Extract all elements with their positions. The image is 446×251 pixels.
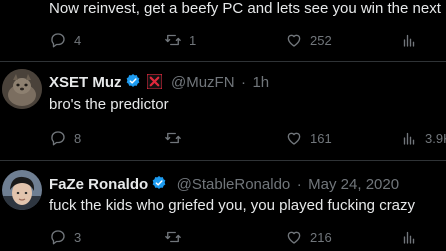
handle[interactable]: @MuzFN <box>171 74 235 91</box>
reply-icon <box>51 131 65 146</box>
retweet-icon <box>165 132 181 144</box>
avatar[interactable] <box>2 170 42 210</box>
views-icon <box>403 34 415 47</box>
tweet-text: Now reinvest, get a beefy PC and lets se… <box>49 0 446 17</box>
affiliate-badge-icon[interactable] <box>146 74 162 89</box>
like-icon <box>287 34 301 47</box>
like-icon <box>287 231 301 244</box>
timestamp[interactable]: 1h <box>252 74 269 91</box>
views-button[interactable] <box>400 31 425 49</box>
like-count: 161 <box>310 130 332 146</box>
verified-icon <box>152 176 166 189</box>
like-button[interactable]: 161 <box>285 129 332 147</box>
reply-button[interactable]: 3 <box>49 228 81 246</box>
timestamp[interactable]: May 24, 2020 <box>308 176 399 193</box>
reply-button[interactable]: 4 <box>49 31 81 49</box>
views-count: 3.9K <box>425 130 446 146</box>
separator-dot: · <box>296 176 302 193</box>
views-button[interactable] <box>400 228 425 246</box>
display-name[interactable]: XSET Muz <box>49 74 122 91</box>
reply-count: 8 <box>74 130 82 146</box>
like-button[interactable]: 252 <box>285 31 332 49</box>
retweet-button[interactable] <box>164 129 189 147</box>
retweet-count: 1 <box>189 32 197 48</box>
retweet-button[interactable]: 1 <box>164 31 196 49</box>
retweet-icon <box>165 231 181 243</box>
avatar[interactable] <box>2 69 42 109</box>
retweet-icon <box>165 34 181 46</box>
views-icon <box>403 231 415 244</box>
tweet-header: FaZe Ronaldo @StableRonaldo · May 24, 20… <box>49 175 399 194</box>
like-count: 216 <box>310 229 332 245</box>
verified-icon <box>126 74 139 87</box>
reply-icon <box>51 33 65 48</box>
reply-count: 4 <box>74 32 82 48</box>
reply-button[interactable]: 8 <box>49 129 81 147</box>
like-icon <box>287 132 301 145</box>
tweet-text: fuck the kids who griefed you, you playe… <box>49 197 416 214</box>
divider <box>0 61 446 62</box>
reply-icon <box>51 230 65 245</box>
tweet-text: bro's the predictor <box>49 96 169 113</box>
reply-count: 3 <box>74 229 82 245</box>
handle[interactable]: @StableRonaldo <box>177 176 291 193</box>
like-count: 252 <box>310 32 332 48</box>
tweet-header: XSET Muz @MuzFN · 1h <box>49 73 269 92</box>
retweet-button[interactable] <box>164 228 189 246</box>
views-button[interactable]: 3.9K <box>400 129 446 147</box>
views-icon <box>403 132 415 145</box>
separator-dot: · <box>240 74 246 91</box>
display-name[interactable]: FaZe Ronaldo <box>49 176 148 193</box>
divider <box>0 160 446 161</box>
like-button[interactable]: 216 <box>285 228 332 246</box>
